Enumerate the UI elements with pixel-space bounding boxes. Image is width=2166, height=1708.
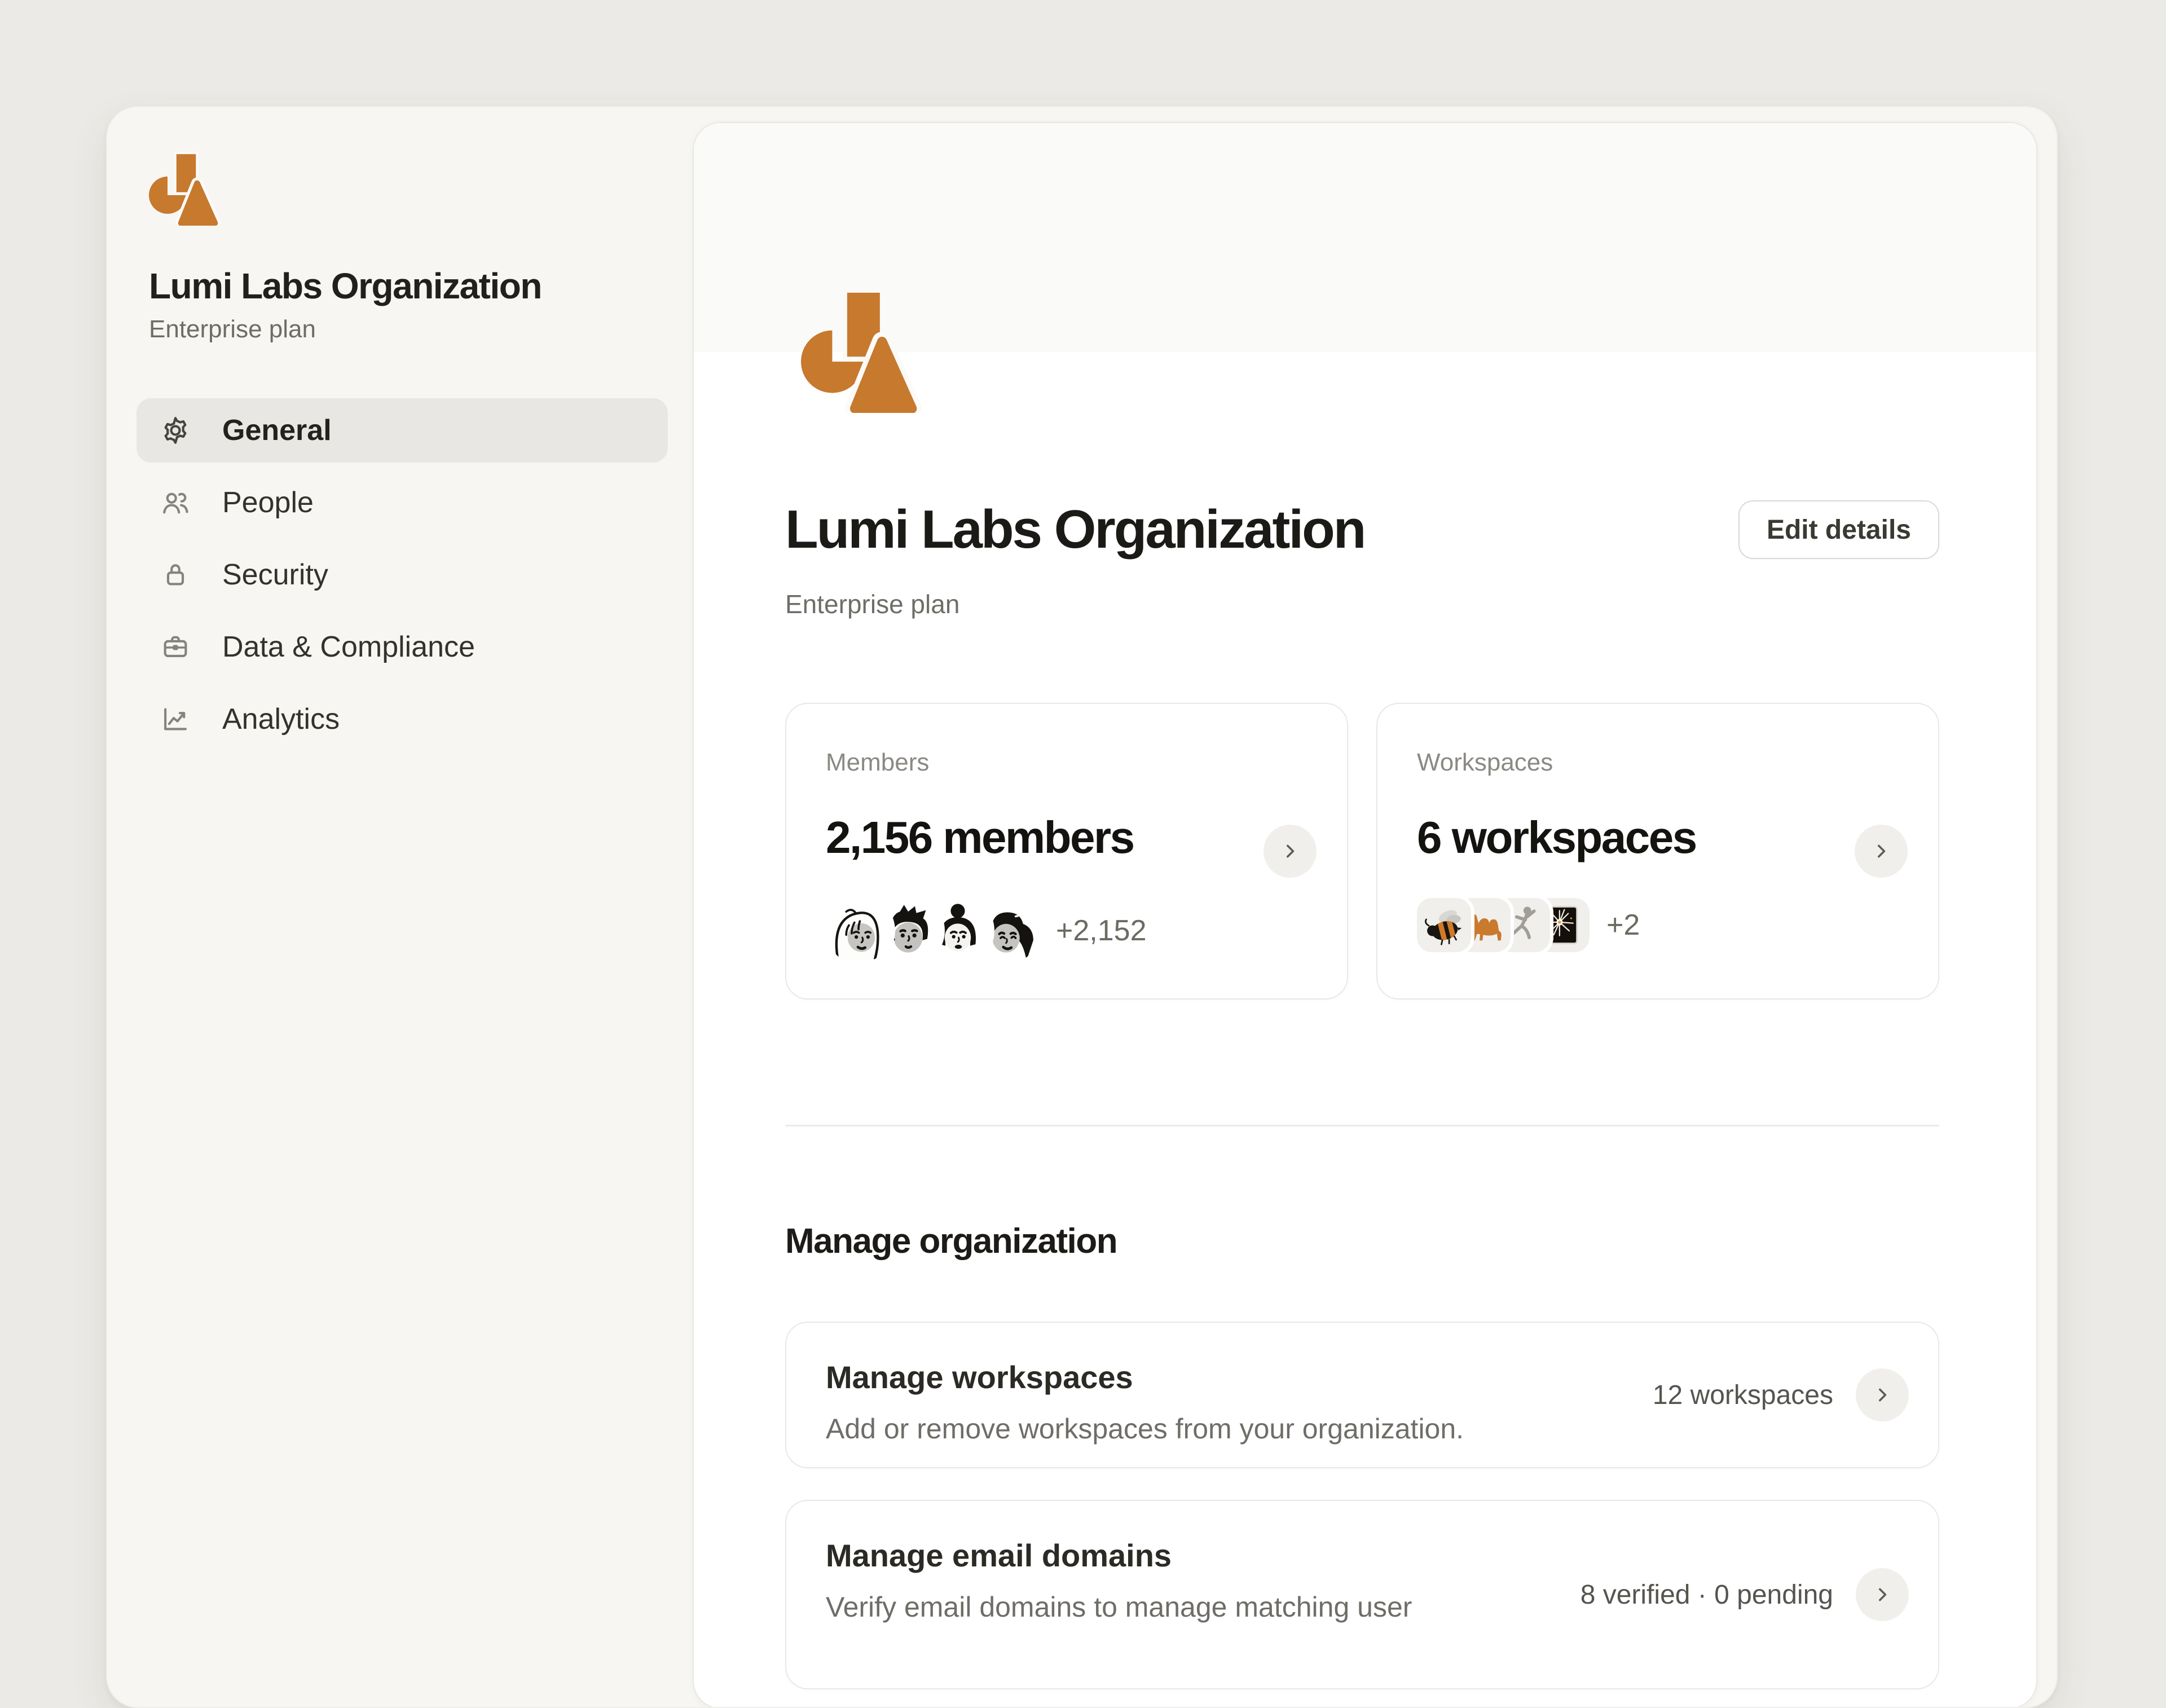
section-divider [785,1125,1939,1126]
members-label: Members [826,748,1347,777]
lock-icon [159,558,192,591]
sidebar-item-label: People [222,486,314,520]
gear-icon [159,414,192,447]
manage-email-domains-row[interactable]: Manage email domains Verify email domain… [785,1500,1939,1689]
stat-cards: Members 2,156 members [785,703,1939,1000]
members-card[interactable]: Members 2,156 members [785,703,1348,1000]
chevron-right-icon [1280,841,1300,861]
chevron-right-icon [1872,1385,1892,1405]
avatar-light-hair [826,898,891,963]
org-plan-label: Enterprise plan [149,315,668,344]
org-logo [149,151,234,226]
chart-icon [159,703,192,736]
members-open-button[interactable] [1264,825,1317,878]
row-meta: 12 workspaces [1653,1380,1833,1411]
bee-emoji [1417,898,1471,952]
sidebar-nav: General People Security Data & Complianc… [137,398,668,751]
sidebar-item-label: General [222,413,332,447]
page-title: Lumi Labs Organization [785,499,1364,561]
sidebar-item-security[interactable]: Security [137,543,668,607]
sidebar: Lumi Labs Organization Enterprise plan G… [107,107,693,759]
sidebar-item-analytics[interactable]: Analytics [137,687,668,751]
row-meta: 8 verified · 0 pending [1581,1579,1833,1610]
sidebar-item-general[interactable]: General [137,398,668,463]
page-header: Lumi Labs Organization Edit details [785,499,1939,561]
sidebar-item-label: Data & Compliance [222,630,475,664]
sidebar-header: Lumi Labs Organization Enterprise plan [137,151,668,344]
workspace-emoji-tiles [1417,898,1575,952]
row-trailing: 12 workspaces [1653,1368,1909,1421]
row-trailing: 8 verified · 0 pending [1581,1568,1909,1621]
sidebar-item-data-compliance[interactable]: Data & Compliance [137,615,668,679]
members-overflow-count: +2,152 [1056,914,1147,948]
workspaces-overflow-count: +2 [1606,908,1640,942]
org-logo-large [801,288,943,413]
chevron-right-icon [1872,1584,1892,1605]
main-panel: Lumi Labs Organization Edit details Ente… [693,122,2037,1708]
workspaces-open-button[interactable] [1855,825,1908,878]
settings-window: Lumi Labs Organization Enterprise plan G… [106,106,2058,1708]
workspaces-footer: +2 [1417,898,1938,952]
manage-workspaces-open-button[interactable] [1856,1368,1909,1421]
manage-section-heading: Manage organization [785,1221,1939,1262]
workspaces-label: Workspaces [1417,748,1938,777]
org-name: Lumi Labs Organization [149,265,668,307]
chevron-right-icon [1871,841,1891,861]
manage-email-domains-open-button[interactable] [1856,1568,1909,1621]
plan-subtitle: Enterprise plan [785,589,1939,619]
member-avatars [826,898,1024,963]
briefcase-icon [159,631,192,663]
manage-workspaces-row[interactable]: Manage workspaces Add or remove workspac… [785,1322,1939,1468]
people-icon [159,486,192,519]
workspaces-card[interactable]: Workspaces 6 workspaces [1376,703,1939,1000]
panel-content: Lumi Labs Organization Edit details Ente… [694,288,2036,1689]
members-footer: +2,152 [826,898,1347,963]
edit-details-button[interactable]: Edit details [1738,500,1939,559]
sidebar-item-label: Security [222,558,328,592]
sidebar-item-people[interactable]: People [137,470,668,535]
sidebar-item-label: Analytics [222,702,340,736]
